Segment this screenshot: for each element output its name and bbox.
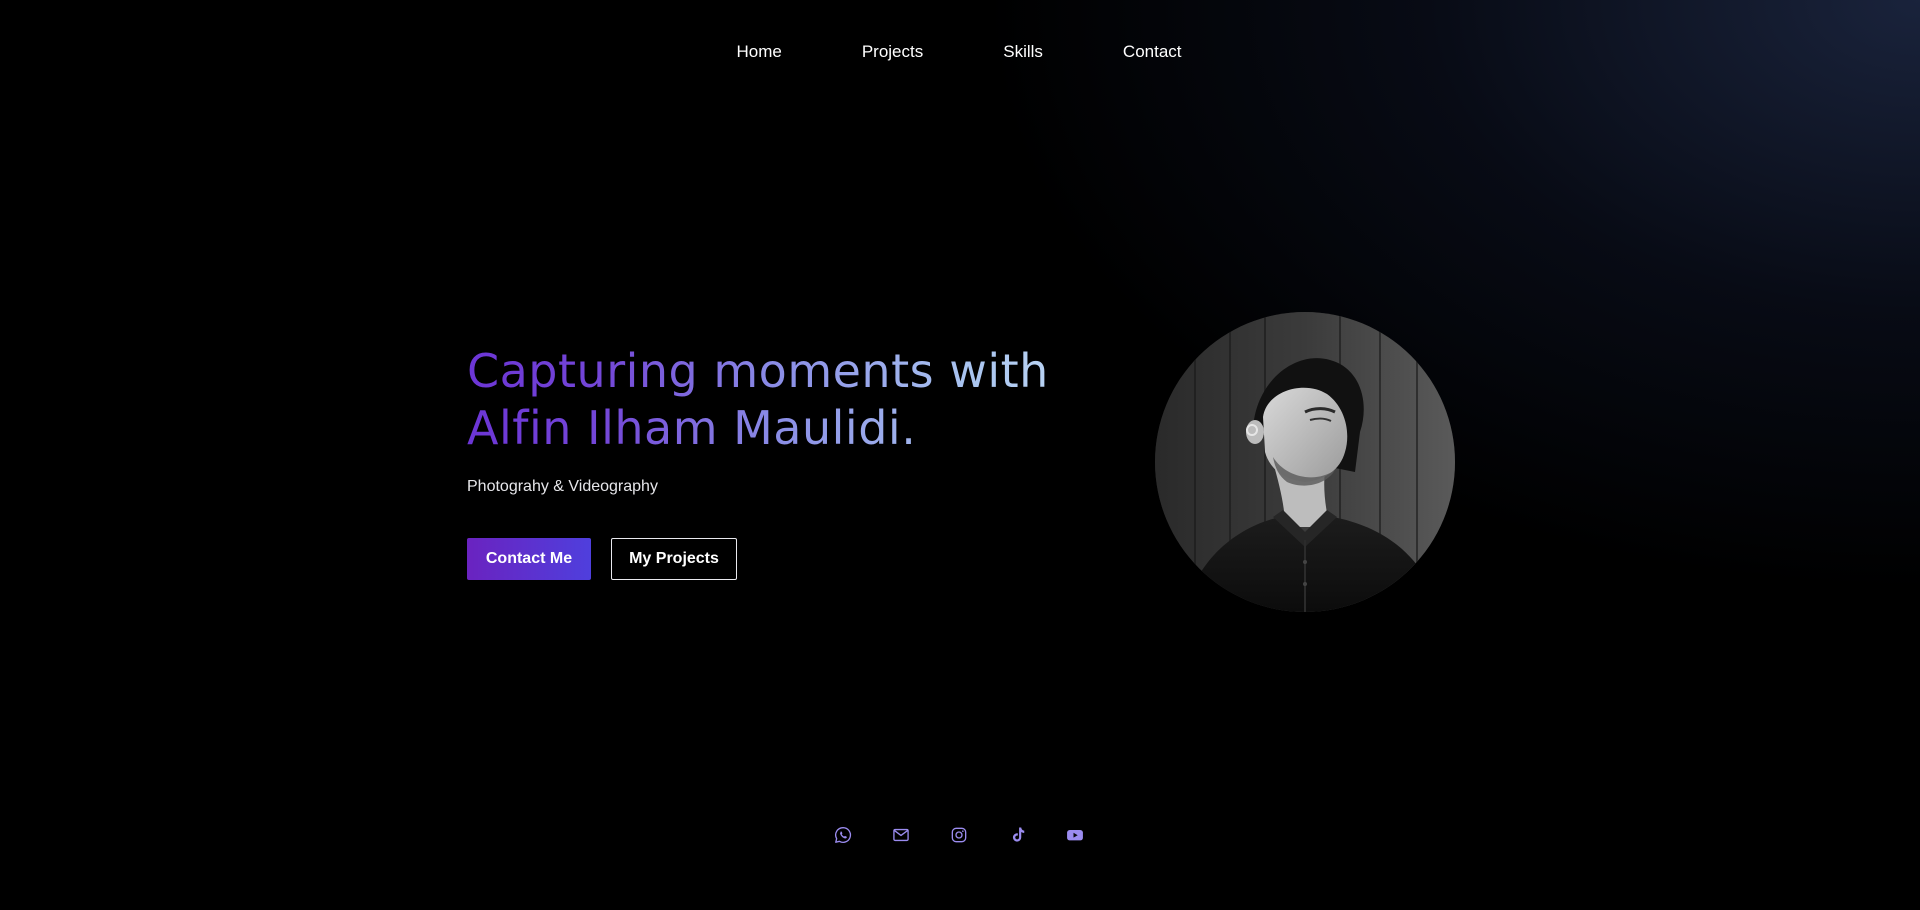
nav-item-contact[interactable]: Contact — [1083, 40, 1222, 64]
nav-item-home[interactable]: Home — [696, 40, 821, 64]
nav-item-projects[interactable]: Projects — [822, 40, 963, 64]
hero-headline: Capturing moments with Alfin Ilham Maulid… — [467, 343, 1107, 457]
hero-buttons: Contact Me My Projects — [467, 538, 1107, 580]
whatsapp-icon[interactable] — [833, 825, 853, 845]
hero-headline-line1: Capturing moments with — [467, 344, 1049, 398]
hero-section: Capturing moments with Alfin Ilham Maulid… — [467, 343, 1107, 580]
mail-icon[interactable] — [891, 825, 911, 845]
portrait-photo — [1155, 312, 1455, 612]
hero-headline-line2: Alfin Ilham Maulidi. — [467, 401, 917, 455]
portrait-illustration — [1155, 312, 1455, 612]
social-links — [0, 825, 1920, 845]
hero-subtitle: Photograhy & Videography — [467, 478, 658, 495]
youtube-icon[interactable] — [1065, 825, 1085, 845]
nav-item-skills[interactable]: Skills — [963, 40, 1083, 64]
nav-list: Home Projects Skills Contact — [696, 40, 1221, 64]
tiktok-icon[interactable] — [1007, 825, 1027, 845]
my-projects-button[interactable]: My Projects — [611, 538, 737, 580]
social-icons-row — [833, 825, 1085, 845]
instagram-icon[interactable] — [949, 825, 969, 845]
contact-me-button[interactable]: Contact Me — [467, 538, 591, 580]
main-nav: Home Projects Skills Contact — [0, 40, 1920, 64]
